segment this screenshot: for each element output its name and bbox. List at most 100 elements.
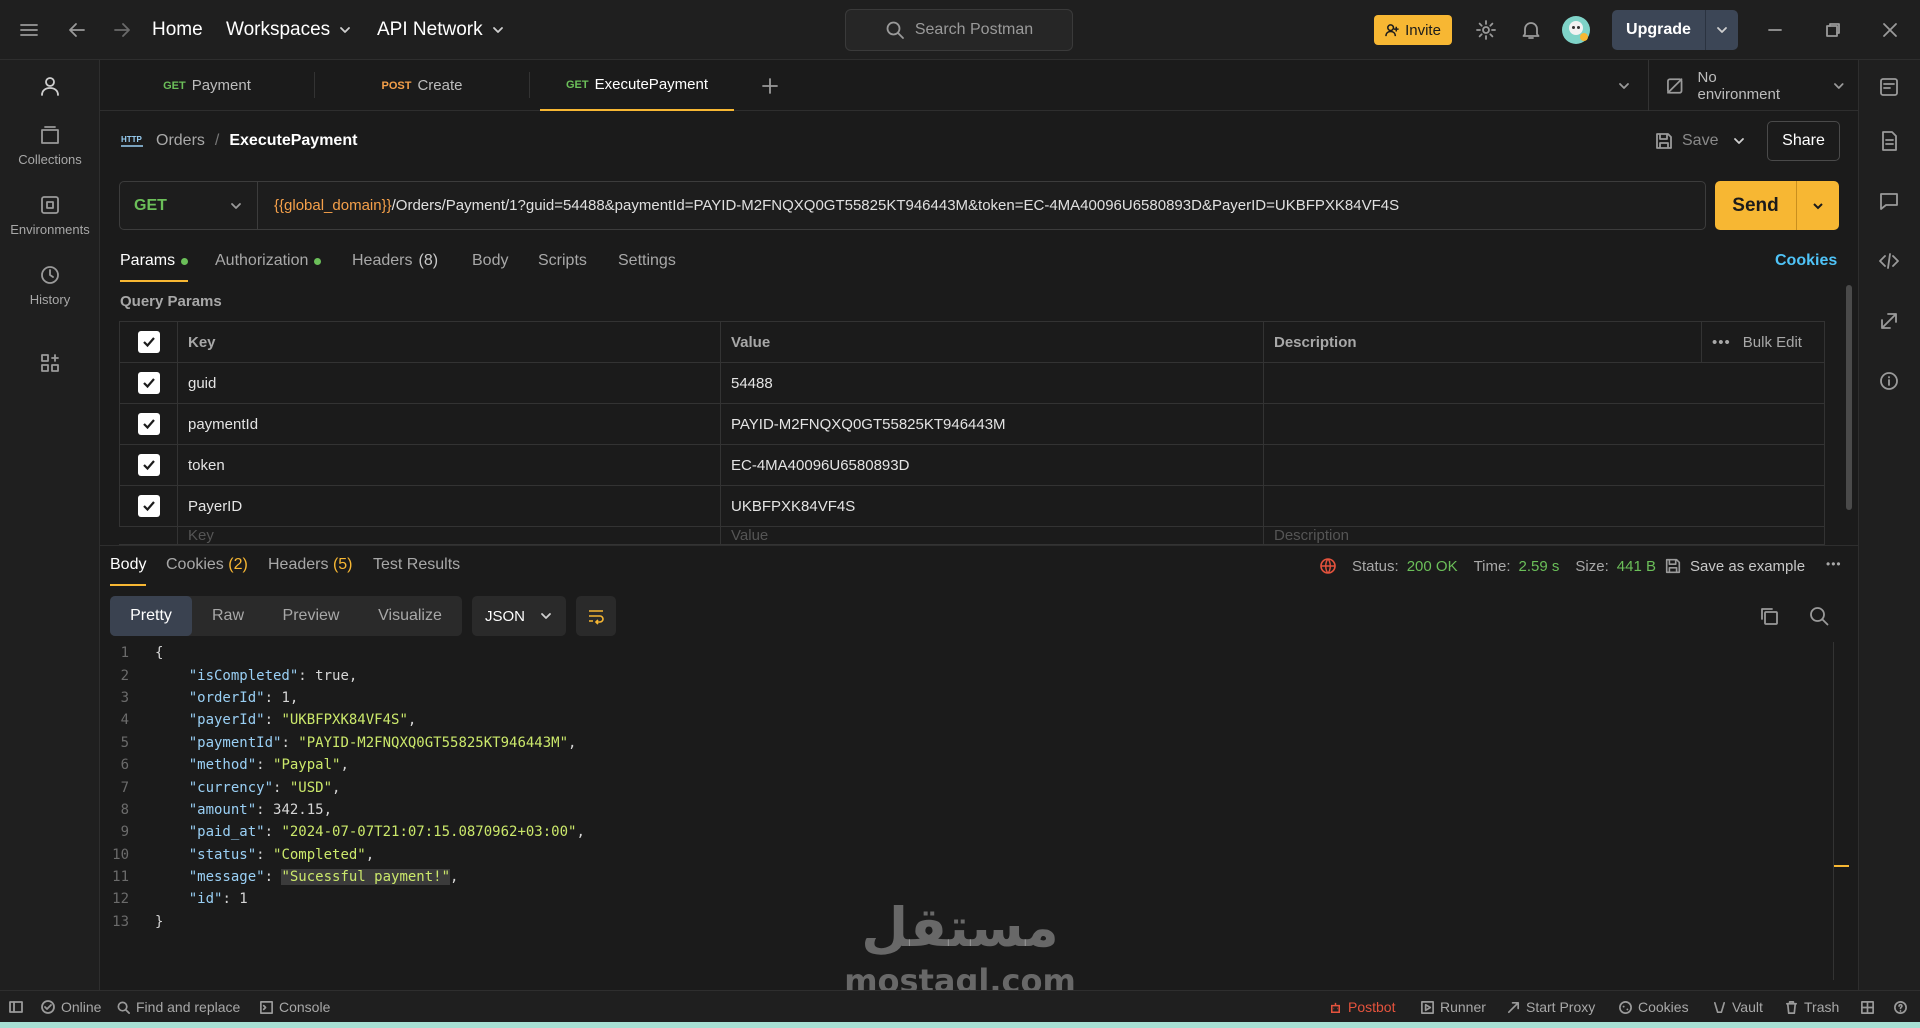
param-value[interactable]: 54488 — [720, 363, 1263, 403]
row-checkbox[interactable] — [119, 445, 177, 485]
url-input[interactable]: {{global_domain}}/Orders/Payment/1?guid=… — [258, 197, 1399, 214]
start-proxy-button[interactable]: Start Proxy — [1506, 991, 1595, 1023]
sidebar-item-history[interactable]: History — [0, 264, 100, 307]
related-collections-icon[interactable] — [1878, 310, 1900, 332]
param-description[interactable] — [1263, 445, 1825, 485]
tab-params[interactable]: Params — [120, 252, 189, 282]
workspaces-menu[interactable]: Workspaces — [226, 0, 352, 60]
search-input[interactable]: Search Postman — [845, 9, 1073, 51]
param-key-placeholder[interactable]: Key — [177, 527, 720, 544]
code-icon[interactable] — [1878, 250, 1900, 272]
param-description-placeholder[interactable]: Description — [1263, 527, 1825, 544]
breadcrumb-parent[interactable]: Orders — [156, 132, 205, 150]
console-button[interactable]: Console — [259, 991, 330, 1023]
search-icon[interactable] — [1808, 605, 1830, 627]
status-badge[interactable]: 200 OK — [1407, 558, 1458, 575]
param-value[interactable]: EC-4MA40096U6580893D — [720, 445, 1263, 485]
send-button[interactable]: Send — [1715, 181, 1839, 230]
cookies-button[interactable]: Cookies — [1618, 991, 1689, 1023]
param-description[interactable] — [1263, 404, 1825, 444]
tab-settings[interactable]: Settings — [618, 252, 676, 270]
param-value[interactable]: PAYID-M2FNQXQ0GT55825KT946443M — [720, 404, 1263, 444]
view-raw[interactable]: Raw — [192, 607, 264, 625]
page-title[interactable]: ExecutePayment — [229, 132, 357, 150]
online-status[interactable]: Online — [40, 991, 101, 1023]
response-body-code[interactable]: 1{2 "isCompleted": true, 3 "orderId": 1,4… — [100, 642, 1840, 932]
forward-icon[interactable] — [111, 0, 133, 60]
comments-icon[interactable] — [1878, 190, 1900, 212]
menu-icon[interactable] — [18, 0, 40, 60]
new-tab-icon[interactable] — [752, 60, 788, 111]
save-options-chevron-icon[interactable] — [1732, 128, 1746, 154]
chevron-down-icon[interactable] — [1797, 181, 1839, 230]
sidebar-item-collections[interactable]: Collections — [0, 124, 100, 167]
documentation-icon[interactable] — [1878, 130, 1900, 152]
close-icon[interactable] — [1881, 0, 1899, 60]
back-icon[interactable] — [66, 0, 88, 60]
param-key[interactable]: guid — [177, 363, 720, 403]
network-icon[interactable] — [1318, 556, 1338, 576]
more-icon[interactable]: ••• — [1712, 334, 1731, 351]
vault-button[interactable]: Vault — [1712, 991, 1763, 1023]
param-key[interactable]: token — [177, 445, 720, 485]
response-tab-body[interactable]: Body — [110, 556, 147, 586]
row-checkbox[interactable] — [119, 486, 177, 526]
size-value[interactable]: 441 B — [1617, 558, 1656, 575]
share-button[interactable]: Share — [1767, 121, 1840, 161]
param-description[interactable] — [1263, 486, 1825, 526]
bulk-edit-button[interactable]: Bulk Edit — [1743, 334, 1802, 351]
params-scrollbar[interactable] — [1846, 285, 1852, 510]
postbot-button[interactable]: Postbot — [1328, 991, 1395, 1023]
wrap-lines-icon[interactable] — [576, 596, 616, 636]
row-checkbox[interactable] — [119, 404, 177, 444]
param-description[interactable] — [1263, 363, 1825, 403]
tab-headers[interactable]: Headers (8) — [352, 252, 438, 270]
layout-icon[interactable] — [1860, 991, 1875, 1023]
param-value[interactable]: UKBFPXK84VF4S — [720, 486, 1263, 526]
sidebar-item-environments[interactable]: Environments — [0, 194, 100, 237]
runner-button[interactable]: Runner — [1420, 991, 1486, 1023]
trash-button[interactable]: Trash — [1784, 991, 1839, 1023]
restore-icon[interactable] — [1824, 0, 1842, 60]
avatar[interactable] — [1561, 0, 1591, 60]
info-icon[interactable] — [1878, 370, 1900, 392]
more-icon[interactable]: ••• — [1826, 557, 1842, 571]
param-value-placeholder[interactable]: Value — [720, 527, 1263, 544]
toggle-sidebar-icon[interactable] — [8, 991, 24, 1023]
tab-body[interactable]: Body — [472, 252, 508, 270]
tab-authorization[interactable]: Authorization — [215, 252, 322, 270]
chevron-down-icon[interactable] — [1706, 10, 1738, 50]
chevron-down-icon[interactable] — [1606, 60, 1642, 111]
format-select[interactable]: JSON — [472, 596, 566, 636]
invite-button[interactable]: Invite — [1374, 15, 1452, 45]
tab-create[interactable]: POST Create — [315, 60, 529, 111]
response-tab-cookies[interactable]: Cookies (2) — [166, 556, 248, 574]
find-replace-button[interactable]: Find and replace — [116, 991, 240, 1023]
copy-icon[interactable] — [1758, 605, 1780, 627]
add-apps-icon[interactable] — [0, 352, 100, 374]
save-button[interactable]: Save — [1654, 128, 1718, 154]
home-link[interactable]: Home — [152, 0, 203, 60]
tab-scripts[interactable]: Scripts — [538, 252, 587, 270]
response-tab-test-results[interactable]: Test Results — [373, 556, 460, 574]
save-as-example-button[interactable]: Save as example — [1664, 555, 1805, 577]
view-preview[interactable]: Preview — [264, 607, 358, 625]
account-icon[interactable] — [0, 74, 100, 98]
upgrade-button[interactable]: Upgrade — [1612, 10, 1738, 50]
environment-quick-look-icon[interactable] — [1878, 76, 1900, 98]
view-pretty[interactable]: Pretty — [110, 596, 192, 636]
minimize-icon[interactable] — [1766, 0, 1784, 60]
view-visualize[interactable]: Visualize — [358, 607, 462, 625]
notifications-icon[interactable] — [1520, 0, 1542, 60]
param-key[interactable]: PayerID — [177, 486, 720, 526]
tab-payment[interactable]: GET Payment — [100, 60, 314, 111]
method-select[interactable]: GET — [120, 182, 258, 229]
api-network-menu[interactable]: API Network — [377, 0, 505, 60]
environment-selector[interactable]: No environment — [1666, 60, 1846, 111]
row-checkbox[interactable] — [119, 363, 177, 403]
tab-executepayment[interactable]: GET ExecutePayment — [540, 60, 734, 111]
response-tab-headers[interactable]: Headers (5) — [268, 556, 353, 574]
param-key[interactable]: paymentId — [177, 404, 720, 444]
settings-icon[interactable] — [1475, 0, 1497, 60]
select-all-checkbox[interactable] — [119, 322, 177, 362]
